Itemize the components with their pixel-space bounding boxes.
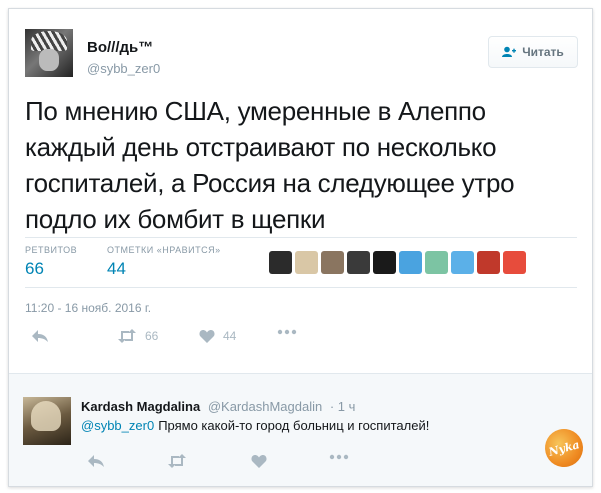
- liker-avatar[interactable]: [477, 251, 500, 274]
- liker-avatar[interactable]: [321, 251, 344, 274]
- liker-avatar[interactable]: [347, 251, 370, 274]
- more-icon: [277, 329, 297, 335]
- reply-icon: [31, 329, 49, 343]
- liker-avatar[interactable]: [295, 251, 318, 274]
- liker-avatar[interactable]: [399, 251, 422, 274]
- add-user-icon: [502, 46, 517, 58]
- retweets-count: 66: [25, 259, 44, 278]
- liker-avatar[interactable]: [373, 251, 396, 274]
- likes-label: ОТМЕТКИ «НРАВИТСЯ»: [107, 245, 221, 255]
- hair-shape: [31, 401, 61, 431]
- reply-button[interactable]: [31, 329, 49, 343]
- reply-body-text: Прямо какой-то город больниц и госпитале…: [158, 418, 430, 433]
- retweet-icon: [167, 454, 187, 468]
- author-handle[interactable]: @sybb_zer0: [87, 61, 160, 76]
- reply-author-name[interactable]: Kardash Magdalina: [81, 399, 200, 414]
- reply-actions: [81, 454, 381, 474]
- author-name[interactable]: Во///дь™: [87, 39, 153, 56]
- reply-header: Kardash Magdalina @KardashMagdalin · 1 ч: [81, 399, 355, 414]
- tweet-timestamp[interactable]: 11:20 - 16 нояб. 2016 г.: [25, 301, 151, 315]
- more-button[interactable]: [277, 329, 297, 335]
- reply-mention[interactable]: @sybb_zer0: [81, 418, 154, 433]
- likes-count: 44: [107, 259, 126, 278]
- likers-avatars: [269, 251, 526, 274]
- reply-author-handle[interactable]: @KardashMagdalin: [208, 399, 322, 414]
- reply-tweet: Kardash Magdalina @KardashMagdalin · 1 ч…: [9, 373, 592, 486]
- headdress-shape: [31, 31, 67, 51]
- tweet-stats: РЕТВИТОВ 66 ОТМЕТКИ «НРАВИТСЯ» 44: [25, 237, 577, 287]
- liker-avatar[interactable]: [503, 251, 526, 274]
- retweet-count: 66: [145, 329, 159, 343]
- follow-label: Читать: [522, 45, 564, 59]
- retweet-icon: [117, 329, 137, 343]
- retweets-label: РЕТВИТОВ: [25, 245, 78, 255]
- follow-button[interactable]: Читать: [488, 36, 578, 68]
- retweet-button[interactable]: 66: [117, 329, 158, 343]
- reply-text: @sybb_zer0 Прямо какой-то город больниц и…: [81, 418, 429, 433]
- watermark-text: Nyka: [547, 437, 581, 459]
- author-avatar[interactable]: [25, 29, 73, 77]
- reply-avatar[interactable]: [23, 397, 71, 445]
- tweet-card: Во///дь™ @sybb_zer0 Читать По мнению США…: [8, 8, 593, 487]
- reply-retweet-button[interactable]: [167, 454, 187, 468]
- liker-avatar[interactable]: [451, 251, 474, 274]
- reply-reply-button[interactable]: [87, 454, 105, 468]
- divider: [25, 287, 577, 288]
- reply-more-button[interactable]: [329, 454, 349, 460]
- tweet-text: По мнению США, умеренные в Алеппо каждый…: [25, 96, 515, 234]
- face-shape: [39, 49, 59, 71]
- heart-icon: [251, 454, 267, 468]
- retweets-stat[interactable]: РЕТВИТОВ 66: [25, 245, 77, 279]
- main-tweet: Во///дь™ @sybb_zer0 Читать По мнению США…: [9, 9, 592, 371]
- likes-stat[interactable]: ОТМЕТКИ «НРАВИТСЯ» 44: [107, 245, 221, 279]
- liker-avatar[interactable]: [425, 251, 448, 274]
- like-button[interactable]: 44: [199, 329, 236, 343]
- reply-time[interactable]: · 1 ч: [330, 399, 356, 414]
- heart-icon: [199, 329, 215, 343]
- reply-like-button[interactable]: [251, 454, 267, 468]
- more-icon: [329, 454, 349, 460]
- like-count: 44: [223, 329, 237, 343]
- tweet-actions: 66 44: [25, 329, 425, 353]
- reply-icon: [87, 454, 105, 468]
- liker-avatar[interactable]: [269, 251, 292, 274]
